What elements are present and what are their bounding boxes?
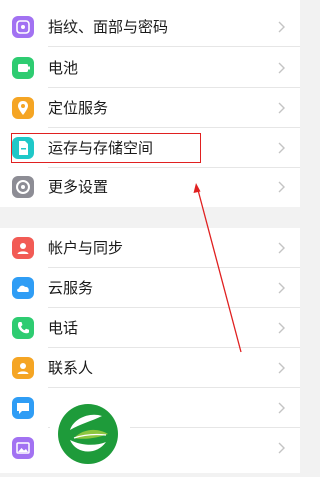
annotation-arrow [193,183,242,353]
watermark-logo [50,394,130,473]
leaf-logo-icon [58,404,118,464]
